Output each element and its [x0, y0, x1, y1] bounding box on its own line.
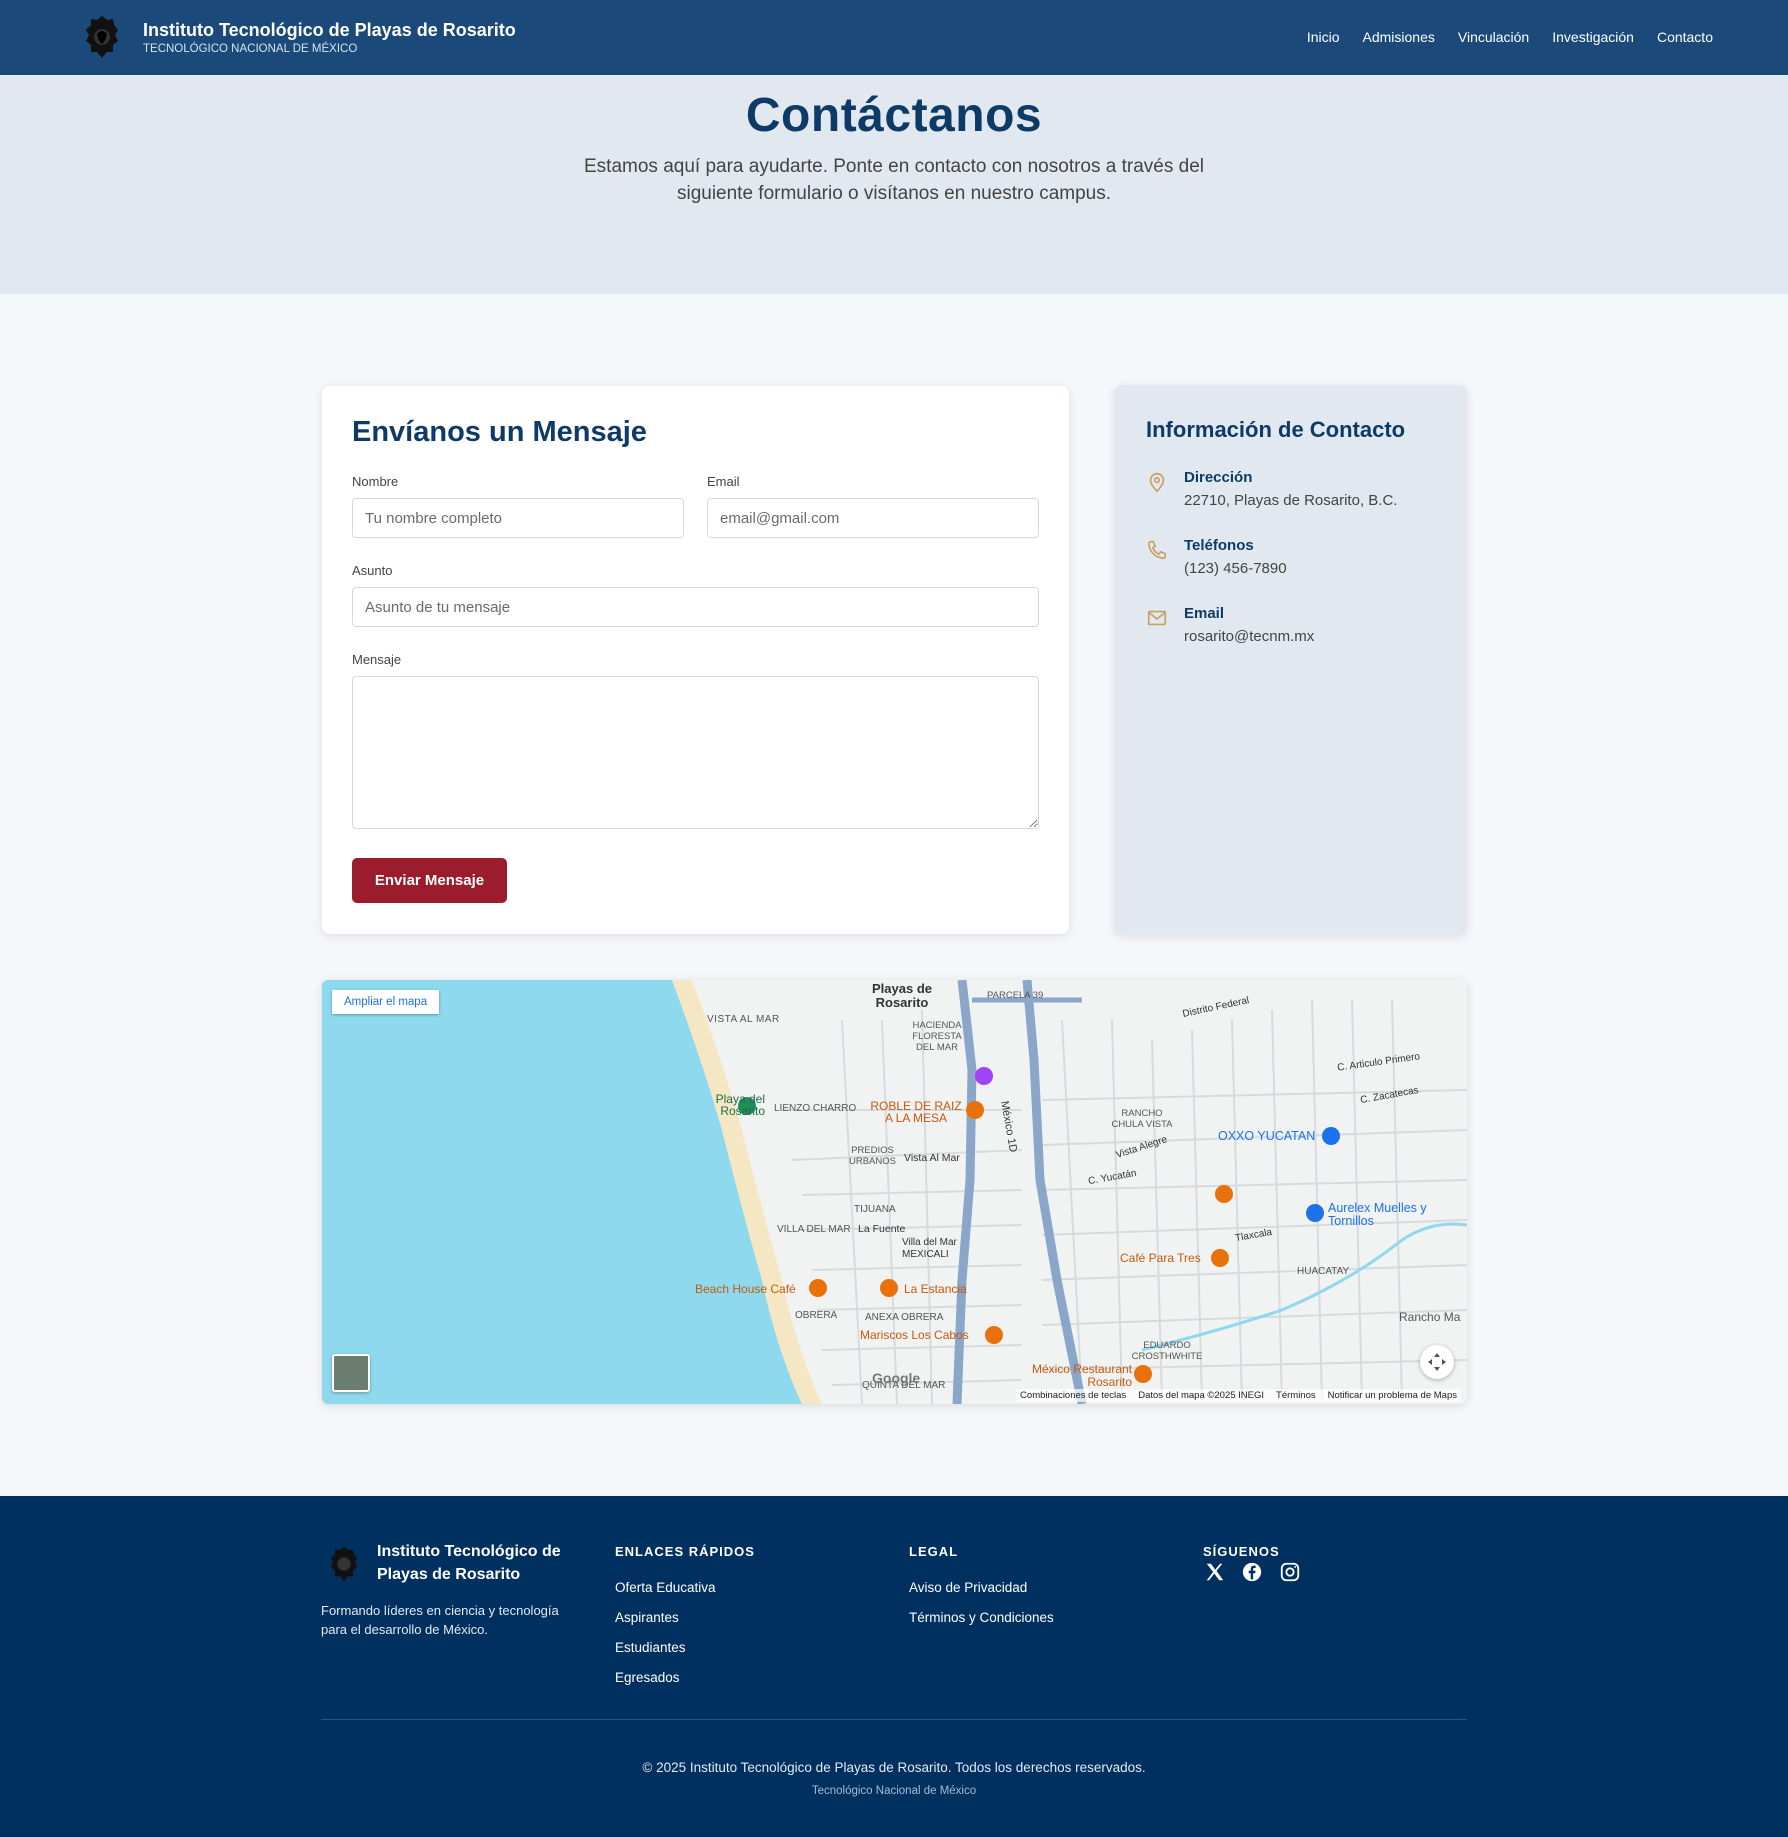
facebook-icon[interactable]	[1241, 1561, 1263, 1583]
map-label-obrera: OBRERA	[795, 1310, 838, 1321]
name-input[interactable]	[352, 498, 684, 538]
nav-inicio[interactable]: Inicio	[1307, 29, 1340, 45]
location-pin-icon	[1149, 472, 1165, 493]
footer-link-estudiantes[interactable]: Estudiantes	[615, 1640, 686, 1655]
map-label-predios: PREDIOS URBANOS	[849, 1145, 896, 1167]
footer-divider	[321, 1719, 1467, 1720]
top-navbar: Instituto Tecnológico de Playas de Rosar…	[0, 0, 1788, 75]
map-label-lienzo: LIENZO CHARRO	[774, 1103, 857, 1114]
quick-links-heading: ENLACES RÁPIDOS	[615, 1544, 755, 1559]
map-data-credit: Datos del mapa ©2025 INEGI	[1138, 1390, 1265, 1401]
phone-value: (123) 456-7890	[1184, 560, 1287, 577]
move-icon	[1428, 1353, 1446, 1371]
mail-icon	[1147, 610, 1167, 626]
tecnm-logo-icon	[86, 16, 118, 58]
footer-link-egresados[interactable]: Egresados	[615, 1670, 680, 1685]
footer-tagline: Formando líderes en ciencia y tecnología…	[321, 1603, 559, 1637]
map-camera-control[interactable]	[1420, 1345, 1454, 1379]
legal-heading: LEGAL	[909, 1544, 959, 1559]
map-label-parcela: PARCELA 39	[987, 990, 1044, 1001]
google-map[interactable]: Playas de Rosarito Playa del Rosarito VI…	[322, 980, 1467, 1404]
footer-link-aspirantes[interactable]: Aspirantes	[615, 1610, 679, 1625]
map-label-anexa: ANEXA OBRERA	[865, 1312, 944, 1323]
name-label: Nombre	[352, 474, 399, 489]
map-terms-link[interactable]: Términos	[1276, 1390, 1316, 1401]
map-label-mexico-rest: México Restaurant Rosarito	[1031, 1362, 1132, 1389]
map-label-eduardo: EDUARDO CROSTHWHITE	[1131, 1340, 1203, 1362]
page-subtitle: Estamos aquí para ayudarte. Ponte en con…	[584, 156, 1204, 204]
satellite-toggle[interactable]	[332, 1354, 370, 1392]
send-message-button[interactable]: Enviar Mensaje	[352, 858, 507, 903]
map-label-hacienda: HACIENDA FLORESTA DEL MAR	[912, 1020, 962, 1053]
map-label-la-fuente: La Fuente	[858, 1223, 906, 1235]
brand-name: Instituto Tecnológico de Playas de Rosar…	[143, 19, 516, 40]
map-label-city: Playas de Rosarito	[872, 981, 932, 1010]
address-label: Dirección	[1184, 469, 1253, 486]
map-label-roble: ROBLE DE RAIZ A LA MESA	[870, 1099, 962, 1125]
email-info-value[interactable]: rosarito@tecnm.mx	[1184, 628, 1314, 645]
copyright: © 2025 Instituto Tecnológico de Playas d…	[642, 1760, 1146, 1775]
contact-info-card: Información de Contacto Dirección 22710,…	[1114, 385, 1467, 935]
contact-info-title: Información de Contacto	[1146, 417, 1406, 442]
footer-logo-icon	[330, 1546, 358, 1582]
email-input[interactable]	[707, 498, 1039, 538]
email-row: Email rosarito@tecnm.mx	[1146, 605, 1314, 645]
nav-contacto[interactable]: Contacto	[1657, 29, 1713, 45]
map-attribution: Combinaciones de teclas Datos del mapa ©…	[1016, 1389, 1461, 1402]
nav-admisiones[interactable]: Admisiones	[1363, 29, 1435, 45]
map-label-vista: VISTA AL MAR	[707, 1014, 780, 1025]
contact-form-card: Envíanos un Mensaje Nombre Email Asunto …	[322, 386, 1069, 934]
brand[interactable]: Instituto Tecnológico de Playas de Rosar…	[85, 14, 516, 60]
main-nav: Inicio Admisiones Vinculación Investigac…	[1307, 29, 1713, 45]
map-label-beach: Playa del Rosarito	[715, 1092, 765, 1118]
instagram-icon[interactable]	[1279, 1561, 1301, 1583]
map-shortcuts-link[interactable]: Combinaciones de teclas	[1020, 1390, 1126, 1401]
phone-icon	[1147, 540, 1167, 560]
footer-link-oferta[interactable]: Oferta Educativa	[615, 1580, 716, 1595]
message-label: Mensaje	[352, 652, 402, 667]
map-label-mariscos: Mariscos Los Cabos	[860, 1328, 969, 1342]
map-label-beach-house: Beach House Café	[695, 1282, 796, 1296]
google-logo: Google	[872, 1370, 921, 1386]
address-value: 22710, Playas de Rosarito, B.C.	[1184, 492, 1398, 509]
site-footer: Instituto Tecnológico de Playas de Rosar…	[0, 1496, 1788, 1837]
tecnm-credit: Tecnológico Nacional de México	[811, 1785, 977, 1797]
phone-row: Teléfonos (123) 456-7890	[1146, 537, 1287, 577]
page-title: Contáctanos	[745, 89, 1043, 142]
map-report-link[interactable]: Notificar un problema de Maps	[1328, 1390, 1457, 1401]
map-label-rancho: Rancho Ma	[1399, 1310, 1461, 1324]
map-label-villa: VILLA DEL MAR	[777, 1224, 851, 1235]
footer-brand-name: Instituto Tecnológico de Playas de Rosar…	[377, 1543, 561, 1583]
x-icon[interactable]	[1204, 1561, 1226, 1583]
map-label-vista-st: Vista Al Mar	[904, 1152, 960, 1164]
message-textarea[interactable]	[352, 676, 1039, 829]
footer-link-terminos[interactable]: Términos y Condiciones	[909, 1610, 1054, 1625]
email-label: Email	[707, 474, 740, 489]
map-label-la-estancia: La Estancia	[904, 1282, 967, 1296]
subject-label: Asunto	[352, 563, 393, 578]
hero-section: Contáctanos Estamos aquí para ayudarte. …	[0, 75, 1788, 294]
social-heading: SÍGUENOS	[1203, 1544, 1280, 1559]
nav-vinculacion[interactable]: Vinculación	[1458, 29, 1529, 45]
map-label-tijuana: TIJUANA	[854, 1204, 896, 1215]
map-label-rancho-chula: RANCHO CHULA VISTA	[1111, 1108, 1173, 1130]
phone-label: Teléfonos	[1184, 537, 1254, 554]
subject-input[interactable]	[352, 587, 1039, 627]
map-label-huacatay: HUACATAY	[1297, 1266, 1350, 1277]
form-title: Envíanos un Mensaje	[352, 416, 647, 448]
address-row: Dirección 22710, Playas de Rosarito, B.C…	[1146, 469, 1397, 509]
footer-link-privacidad[interactable]: Aviso de Privacidad	[909, 1580, 1027, 1595]
map-label-cafe: Café Para Tres	[1120, 1251, 1201, 1265]
nav-investigacion[interactable]: Investigación	[1552, 29, 1634, 45]
map-label-villa-mexicali: Villa del Mar MEXICALI	[902, 1237, 957, 1260]
brand-subtitle: TECNOLÓGICO NACIONAL DE MÉXICO	[143, 42, 358, 55]
expand-map-link[interactable]: Ampliar el mapa	[332, 990, 440, 1014]
map-label-oxxo: OXXO YUCATAN	[1218, 1129, 1316, 1143]
email-info-label: Email	[1184, 605, 1225, 622]
map-label-aurelex: Aurelex Muelles y Tornillos	[1328, 1201, 1427, 1228]
